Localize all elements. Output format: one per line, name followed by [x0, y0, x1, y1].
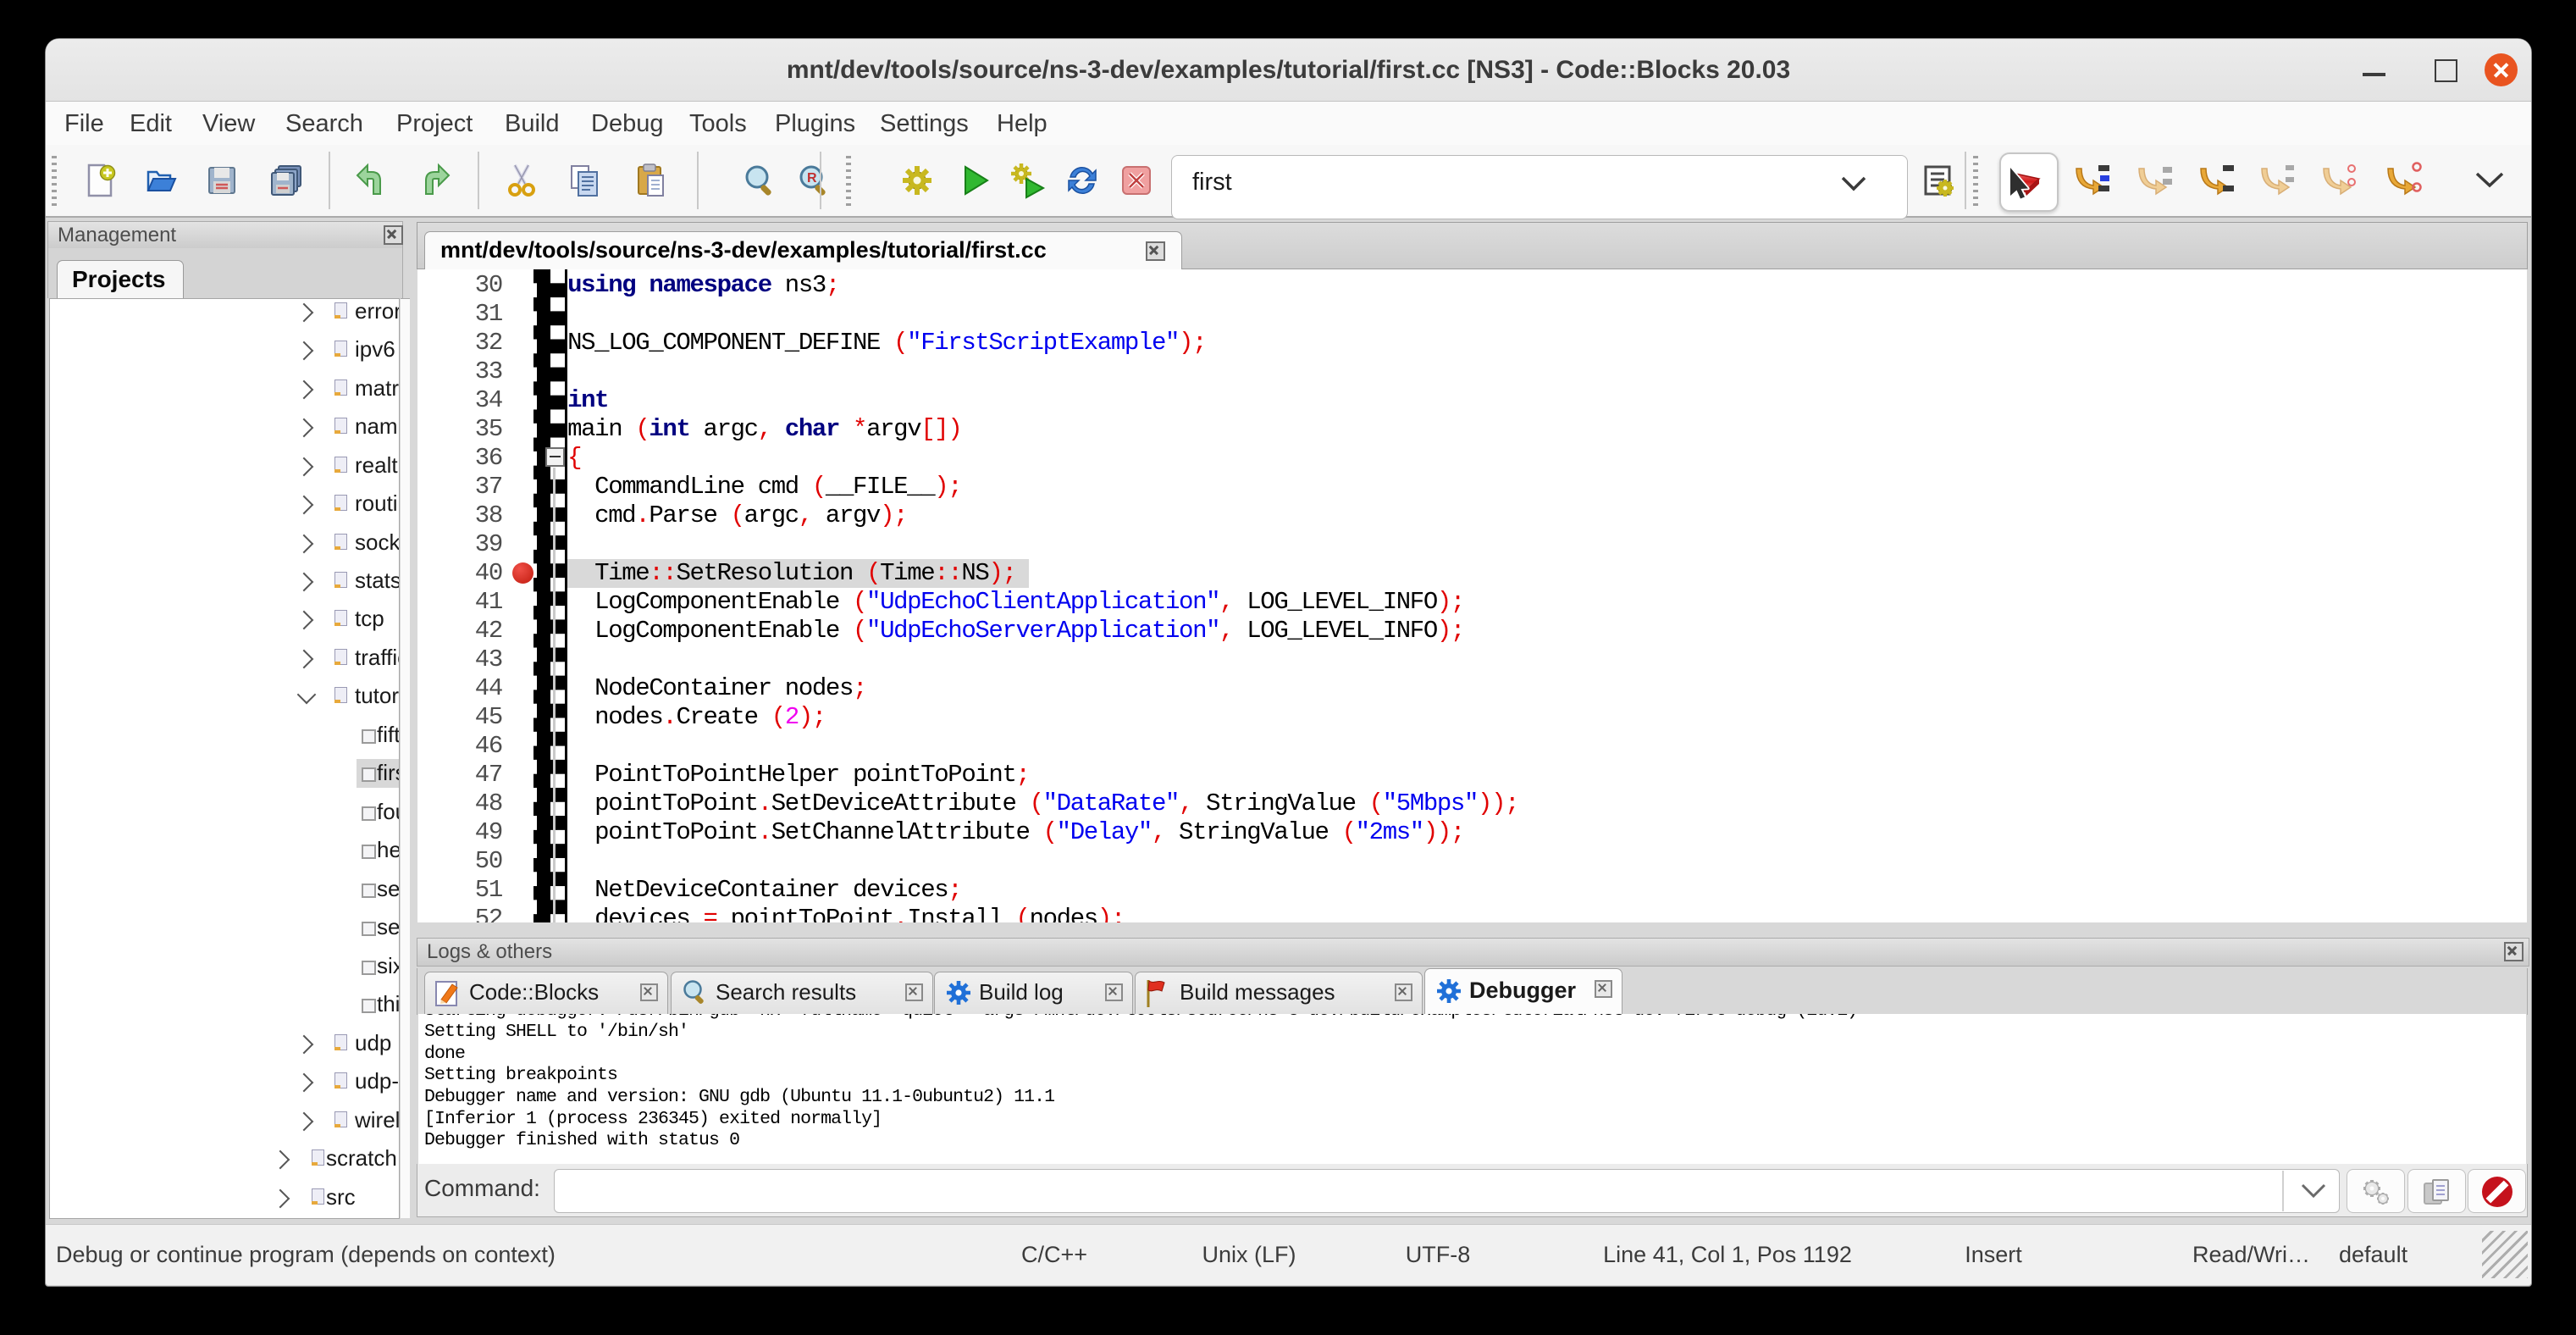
svg-text:R: R: [807, 171, 817, 186]
